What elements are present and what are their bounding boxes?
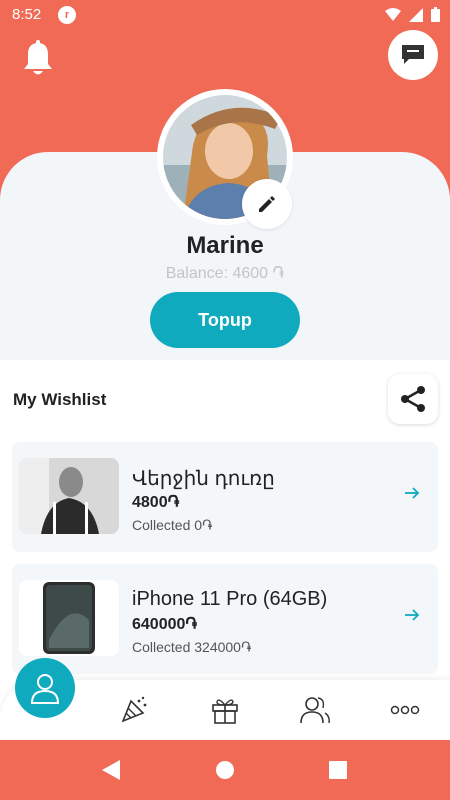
gift-icon bbox=[212, 699, 238, 724]
battery-icon bbox=[431, 7, 440, 22]
status-time: 8:52 bbox=[12, 6, 42, 23]
balance-text: Balance: 4600 ֏ bbox=[165, 265, 285, 282]
wifi-icon bbox=[385, 7, 401, 21]
share-button[interactable] bbox=[388, 374, 438, 424]
item-collected: Collected 0֏ bbox=[132, 517, 213, 533]
more-icon bbox=[390, 705, 420, 715]
profile-button[interactable] bbox=[15, 658, 75, 718]
item-price: 640000֏ bbox=[132, 616, 198, 633]
item-title: iPhone 11 Pro (64GB) bbox=[132, 588, 328, 610]
item-thumbnail bbox=[19, 580, 119, 656]
wishlist-item[interactable]: iPhone 11 Pro (64GB) 640000֏ Collected 3… bbox=[12, 564, 438, 674]
topup-button[interactable]: Topup bbox=[150, 292, 300, 348]
edit-profile-button[interactable] bbox=[242, 179, 292, 229]
back-icon[interactable] bbox=[102, 760, 120, 780]
bell-icon[interactable] bbox=[22, 40, 54, 78]
wishlist-item[interactable]: Վերջին դուռը 4800֏ Collected 0֏ bbox=[12, 442, 438, 552]
arrow-right-icon[interactable] bbox=[404, 608, 420, 622]
nav-friends[interactable] bbox=[295, 692, 335, 728]
party-icon bbox=[121, 696, 147, 723]
recents-icon[interactable] bbox=[329, 761, 347, 779]
chat-icon bbox=[402, 45, 424, 64]
system-navigation-bar bbox=[0, 740, 450, 800]
wishlist-title: My Wishlist bbox=[13, 390, 107, 409]
nav-gifts[interactable] bbox=[205, 692, 245, 728]
status-bar: 8:52 r bbox=[0, 0, 450, 32]
nav-more[interactable] bbox=[385, 692, 425, 728]
friends-icon bbox=[300, 697, 330, 724]
nav-party[interactable] bbox=[114, 692, 154, 728]
item-collected: Collected 324000֏ bbox=[132, 639, 252, 655]
user-name: Marine bbox=[186, 232, 264, 259]
signal-icon bbox=[409, 7, 423, 22]
pencil-icon bbox=[259, 196, 275, 212]
arrow-right-icon[interactable] bbox=[404, 486, 420, 500]
item-thumbnail bbox=[19, 458, 119, 534]
share-icon bbox=[401, 386, 425, 412]
status-icons bbox=[385, 7, 440, 22]
item-price: 4800֏ bbox=[132, 494, 180, 511]
chat-button[interactable] bbox=[388, 30, 438, 80]
user-icon bbox=[30, 674, 60, 704]
app-notification-icon: r bbox=[58, 6, 76, 24]
home-icon[interactable] bbox=[215, 760, 235, 780]
item-title: Վերջին դուռը bbox=[132, 468, 275, 490]
